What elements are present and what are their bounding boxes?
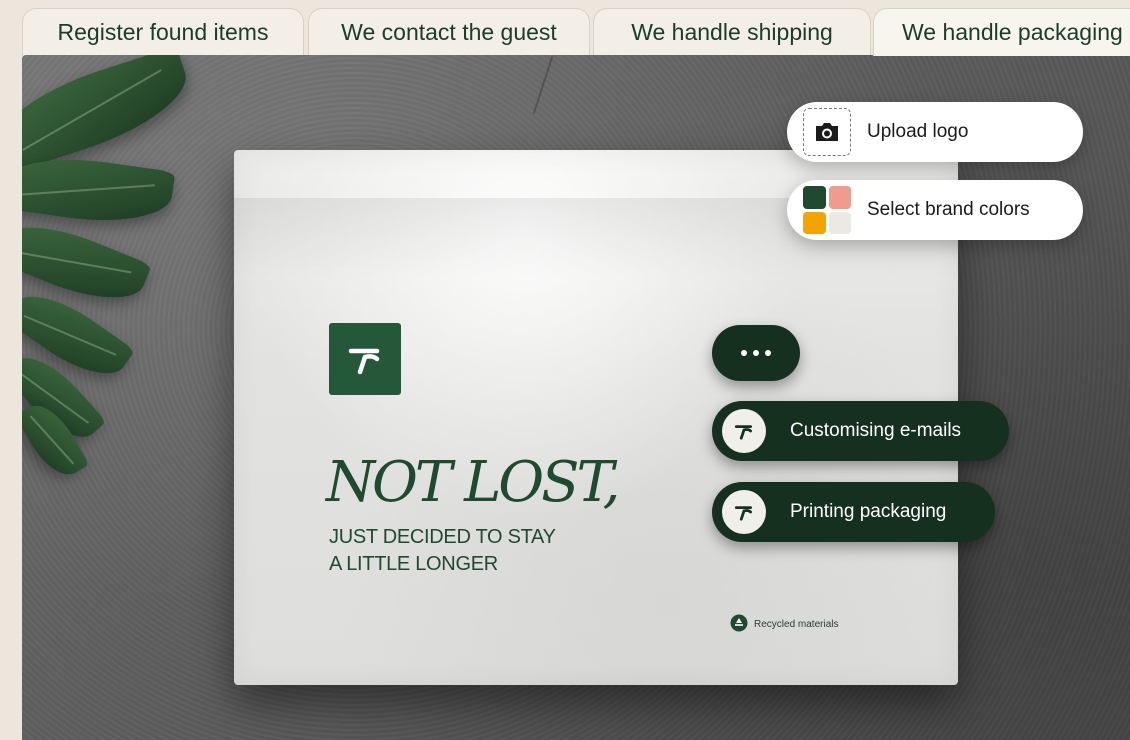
tab-register-found-items[interactable]: Register found items — [22, 8, 304, 56]
camera-icon — [803, 108, 851, 156]
tab-we-handle-shipping[interactable]: We handle shipping — [593, 8, 871, 56]
bag-headline: NOT LOST, — [326, 450, 620, 515]
upload-logo-button[interactable]: Upload logo — [787, 102, 1083, 162]
tab-we-contact-the-guest[interactable]: We contact the guest — [308, 8, 590, 56]
brand-logo-icon — [329, 323, 401, 395]
recycle-icon — [730, 614, 748, 635]
customising-emails-label: Customising e-mails — [790, 420, 962, 441]
select-brand-colors-button[interactable]: Select brand colors — [787, 180, 1083, 240]
plant-leaf — [22, 148, 176, 232]
more-dots-icon — [741, 350, 747, 356]
brand-logo-icon — [722, 409, 766, 453]
upload-logo-label: Upload logo — [867, 121, 969, 142]
packaging-showcase-image: NOT LOST, JUST DECIDED TO STAY A LITTLE … — [22, 55, 1130, 740]
printing-packaging-label: Printing packaging — [790, 501, 947, 522]
plant-leaf — [22, 55, 198, 175]
printing-packaging-button[interactable]: Printing packaging — [712, 482, 995, 542]
swatch-dark-green — [803, 186, 826, 209]
color-swatch-icon — [803, 186, 851, 234]
swatch-orange — [803, 211, 826, 234]
recycled-label: Recycled materials — [754, 619, 839, 630]
tab-bar: Register found items We contact the gues… — [22, 8, 1130, 56]
more-dots-icon — [765, 350, 771, 356]
bag-subline-1: JUST DECIDED TO STAY — [329, 526, 556, 548]
swatch-pink — [828, 186, 851, 209]
recycled-badge: Recycled materials — [730, 614, 838, 635]
customising-emails-button[interactable]: Customising e-mails — [712, 401, 1009, 461]
select-colors-label: Select brand colors — [867, 199, 1030, 220]
concrete-crack — [532, 56, 554, 114]
tab-we-handle-packaging[interactable]: We handle packaging — [873, 8, 1130, 56]
swatch-light — [828, 211, 851, 234]
brand-logo-icon — [722, 490, 766, 534]
more-dots-icon — [753, 350, 759, 356]
bag-subline-2: A LITTLE LONGER — [329, 553, 498, 575]
more-options-button[interactable] — [712, 325, 800, 381]
